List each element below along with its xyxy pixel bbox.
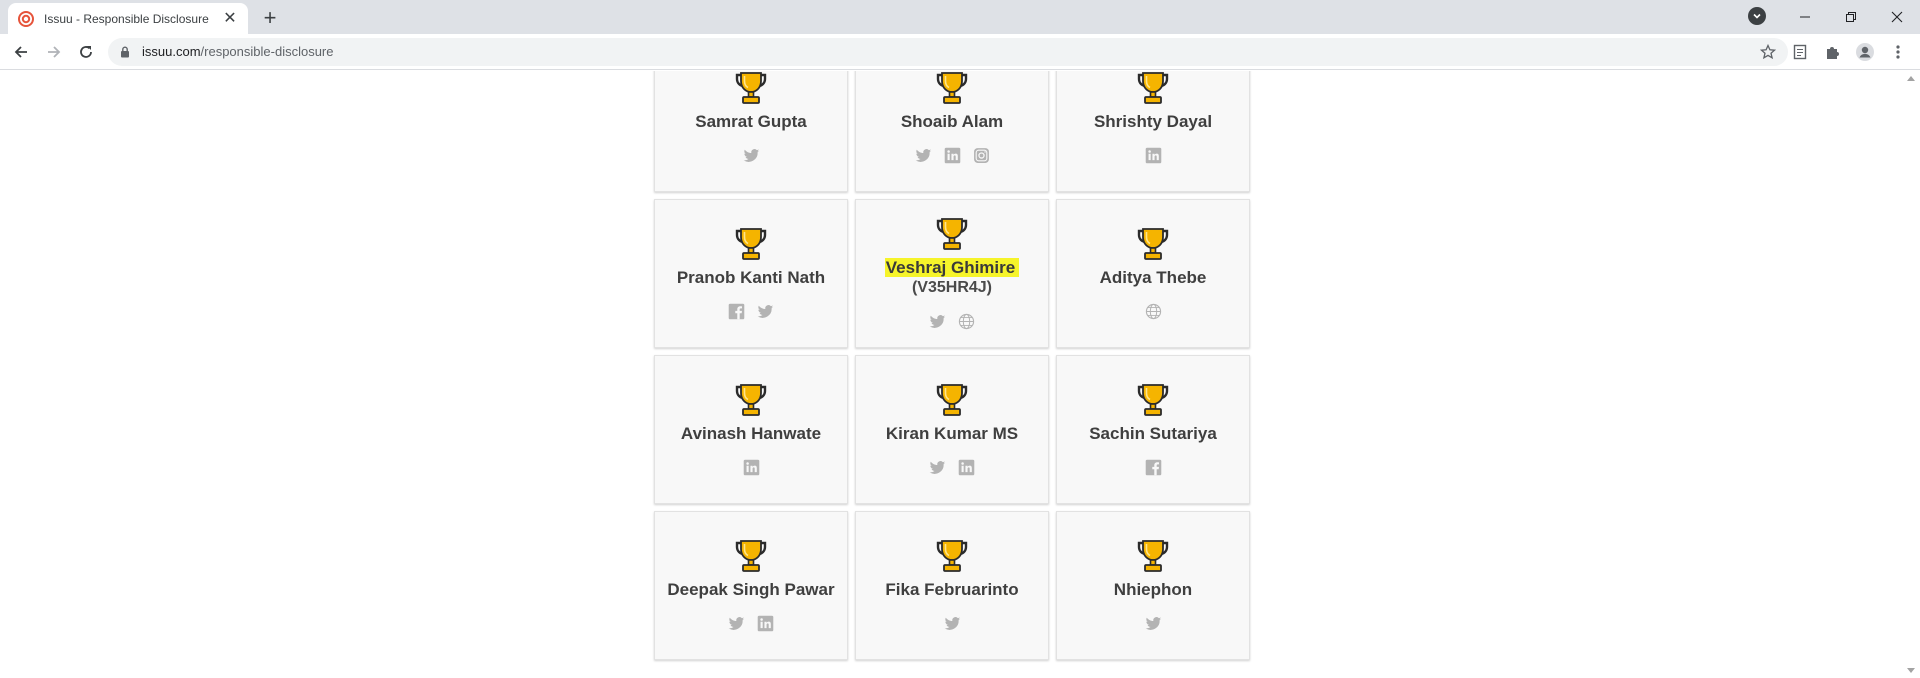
trophy-icon: [735, 228, 767, 260]
researcher-card: Veshraj Ghimire (V35HR4J): [855, 199, 1049, 348]
twitter-icon[interactable]: [915, 147, 932, 164]
url-path: /responsible-disclosure: [200, 44, 334, 59]
researcher-name: Shrishty Dayal: [1093, 112, 1213, 131]
researcher-card: Deepak Singh Pawar: [654, 511, 848, 660]
facebook-icon[interactable]: [1145, 459, 1162, 476]
forward-arrow-icon[interactable]: [42, 40, 66, 64]
researcher-name: Pranob Kanti Nath: [676, 268, 826, 287]
researcher-card: Shrishty Dayal: [1056, 71, 1250, 192]
researcher-handle: (V35HR4J): [911, 279, 992, 296]
facebook-icon[interactable]: [728, 303, 745, 320]
new-tab-button[interactable]: +: [258, 5, 282, 30]
linkedin-icon[interactable]: [743, 459, 760, 476]
close-window-icon[interactable]: [1874, 0, 1920, 34]
browser-tab[interactable]: Issuu - Responsible Disclosure ✕: [8, 3, 248, 34]
address-bar[interactable]: issuu.com/responsible-disclosure: [108, 38, 1788, 66]
trophy-icon: [936, 72, 968, 104]
researcher-card: Pranob Kanti Nath: [654, 199, 848, 348]
url-text[interactable]: issuu.com/responsible-disclosure: [142, 44, 333, 59]
researcher-name: Avinash Hanwate: [680, 424, 822, 443]
twitter-icon[interactable]: [929, 459, 946, 476]
restore-icon[interactable]: [1828, 0, 1874, 34]
researcher-card: Kiran Kumar MS: [855, 355, 1049, 504]
instagram-icon[interactable]: [973, 147, 990, 164]
twitter-icon[interactable]: [929, 313, 946, 330]
trophy-icon: [1137, 72, 1169, 104]
researcher-name: Nhiephon: [1113, 580, 1193, 599]
globe-icon[interactable]: [1145, 303, 1162, 320]
trophy-icon: [1137, 540, 1169, 572]
scroll-up-arrow-icon[interactable]: [1907, 76, 1915, 81]
url-domain: issuu.com: [142, 44, 201, 59]
researcher-name-block: Veshraj Ghimire (V35HR4J): [879, 258, 1025, 298]
browser-tab-strip: Issuu - Responsible Disclosure ✕ +: [0, 0, 1920, 34]
social-links: [915, 146, 990, 164]
extensions-puzzle-icon[interactable]: [1823, 42, 1843, 62]
researcher-name: Shoaib Alam: [900, 112, 1004, 131]
researcher-card: Avinash Hanwate: [654, 355, 848, 504]
social-links: [929, 458, 975, 476]
tab-close-icon[interactable]: ✕: [222, 10, 238, 27]
researcher-card: Fika Februarinto: [855, 511, 1049, 660]
browser-toolbar: issuu.com/responsible-disclosure: [0, 34, 1920, 70]
bookmark-star-icon[interactable]: [1760, 44, 1776, 60]
back-arrow-icon[interactable]: [9, 40, 33, 64]
researcher-name: Kiran Kumar MS: [885, 424, 1019, 443]
tab-title: Issuu - Responsible Disclosure: [44, 11, 209, 26]
trophy-icon: [936, 540, 968, 572]
linkedin-icon[interactable]: [958, 459, 975, 476]
vertical-scrollbar[interactable]: [1903, 71, 1920, 678]
researcher-card: Sachin Sutariya: [1056, 355, 1250, 504]
trophy-icon: [1137, 384, 1169, 416]
lock-icon[interactable]: [120, 46, 130, 58]
social-links: [1145, 146, 1162, 164]
social-links: [944, 614, 961, 632]
social-links: [743, 458, 760, 476]
researcher-name: Veshraj Ghimire: [884, 258, 1020, 277]
social-links: [929, 312, 975, 330]
scroll-down-arrow-icon[interactable]: [1907, 668, 1915, 673]
researcher-name: Fika Februarinto: [885, 580, 1019, 599]
reload-icon[interactable]: [74, 40, 98, 64]
profile-avatar-icon[interactable]: [1855, 42, 1875, 62]
twitter-icon[interactable]: [743, 147, 760, 164]
researcher-name: Aditya Thebe: [1099, 268, 1207, 287]
page-content: Samrat Gupta Shoaib Alam Shrishty Dayal Pra…: [0, 71, 1920, 678]
trophy-icon: [1137, 228, 1169, 260]
reading-list-icon[interactable]: [1790, 42, 1810, 62]
researcher-name: Samrat Gupta: [695, 112, 807, 131]
trophy-icon: [735, 384, 767, 416]
minimize-icon[interactable]: [1782, 0, 1828, 34]
globe-icon[interactable]: [958, 313, 975, 330]
researcher-card: Aditya Thebe: [1056, 199, 1250, 348]
social-links: [728, 614, 774, 632]
trophy-icon: [735, 72, 767, 104]
social-links: [1145, 614, 1162, 632]
linkedin-icon[interactable]: [1145, 147, 1162, 164]
researcher-name: Deepak Singh Pawar: [667, 580, 835, 599]
linkedin-icon[interactable]: [757, 615, 774, 632]
researcher-card: Samrat Gupta: [654, 71, 848, 192]
more-menu-icon[interactable]: [1888, 42, 1908, 62]
hall-of-fame-grid: Samrat Gupta Shoaib Alam Shrishty Dayal Pra…: [654, 71, 1252, 660]
social-links: [1145, 302, 1162, 320]
social-links: [743, 146, 760, 164]
researcher-card: Shoaib Alam: [855, 71, 1049, 192]
researcher-card: Nhiephon: [1056, 511, 1250, 660]
twitter-icon[interactable]: [944, 615, 961, 632]
twitter-icon[interactable]: [757, 303, 774, 320]
social-links: [728, 302, 774, 320]
trophy-icon: [735, 540, 767, 572]
issuu-logo-icon: [18, 10, 34, 27]
tab-search-icon[interactable]: [1748, 7, 1766, 25]
social-links: [1145, 458, 1162, 476]
twitter-icon[interactable]: [1145, 615, 1162, 632]
linkedin-icon[interactable]: [944, 147, 961, 164]
researcher-name: Sachin Sutariya: [1089, 424, 1217, 443]
twitter-icon[interactable]: [728, 615, 745, 632]
trophy-icon: [936, 384, 968, 416]
trophy-icon: [936, 218, 968, 250]
